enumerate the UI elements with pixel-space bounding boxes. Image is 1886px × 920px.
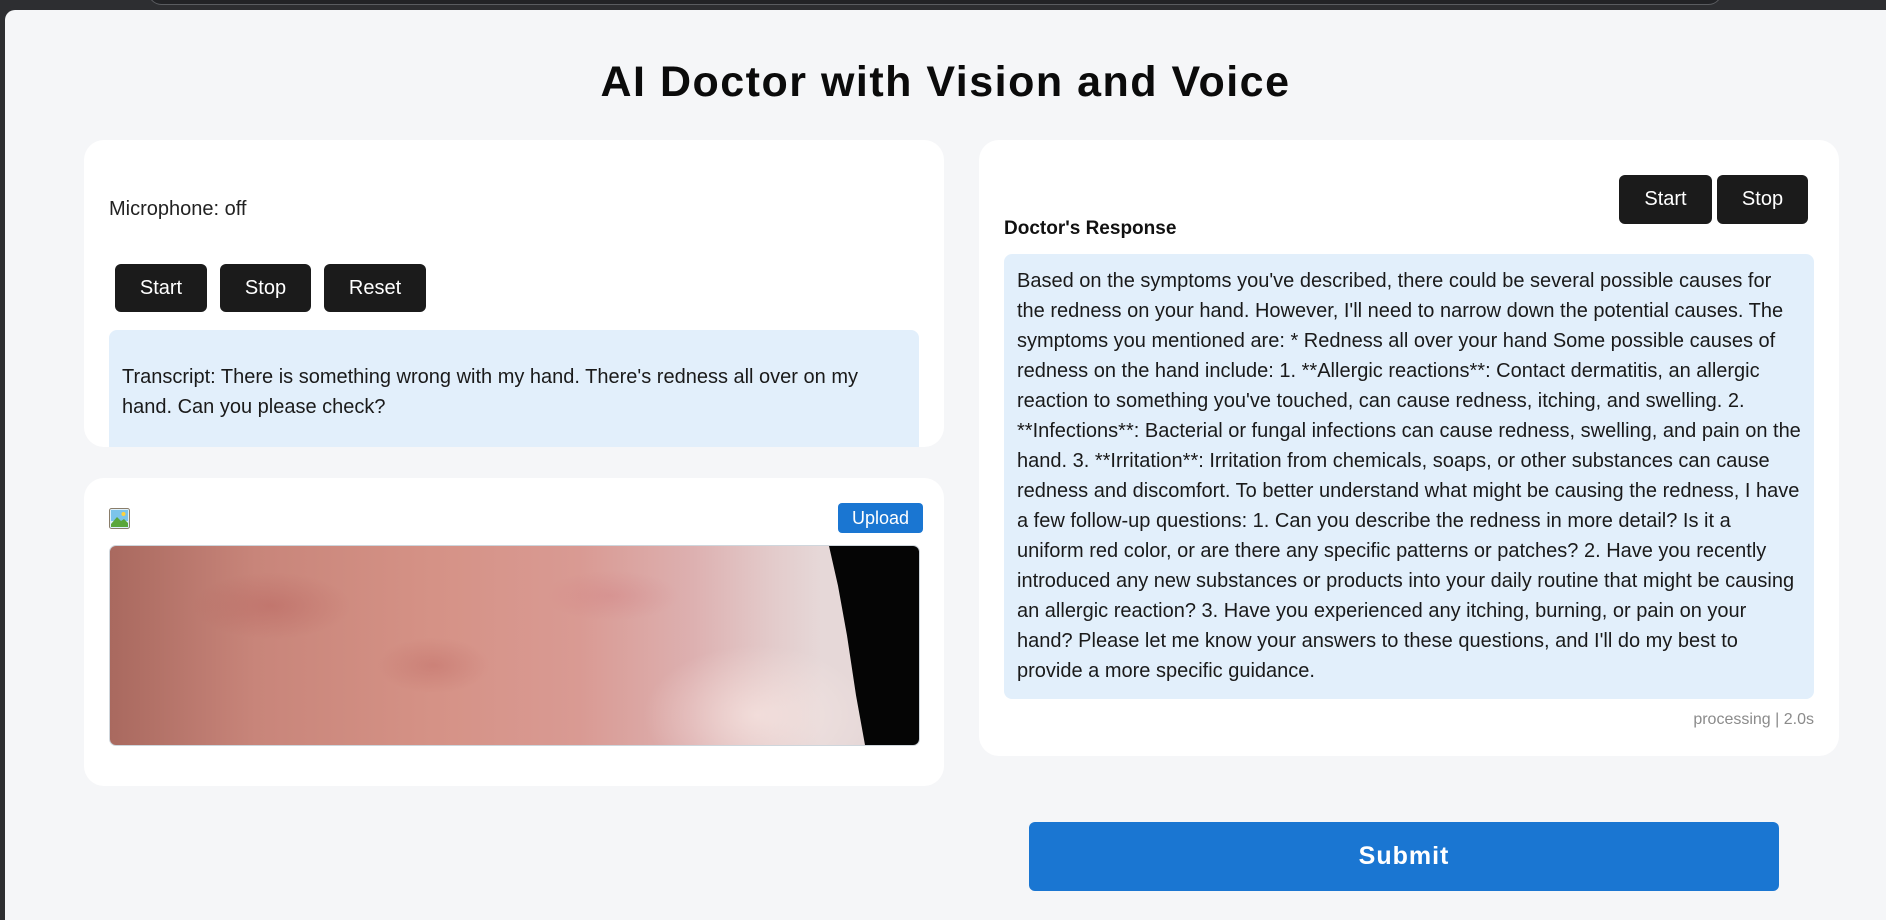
response-text-box: Based on the symptoms you've described, … <box>1004 254 1814 699</box>
playback-stop-button[interactable]: Stop <box>1717 175 1808 224</box>
page-title: AI Doctor with Vision and Voice <box>600 58 1291 106</box>
response-heading: Doctor's Response <box>1004 218 1177 239</box>
browser-address-bar <box>148 0 1722 5</box>
transcript-box: Transcript: There is something wrong wit… <box>109 330 919 447</box>
doctor-response-panel: Start Stop Doctor's Response Based on th… <box>979 140 1839 756</box>
upload-button[interactable]: Upload <box>838 503 923 533</box>
transcript-text: Transcript: There is something wrong wit… <box>122 366 858 418</box>
image-dark-background <box>829 546 919 745</box>
app-viewport: AI Doctor with Vision and Voice Micropho… <box>5 10 1886 920</box>
image-input-panel: Upload <box>84 478 944 786</box>
voice-input-panel: Microphone: off Start Stop Reset Transcr… <box>84 140 944 447</box>
playback-start-button[interactable]: Start <box>1619 175 1712 224</box>
uploaded-image-preview <box>109 545 920 746</box>
response-text: Based on the symptoms you've described, … <box>1017 270 1801 682</box>
processing-status: processing | 2.0s <box>1693 711 1814 728</box>
image-icon <box>109 508 130 529</box>
record-stop-button[interactable]: Stop <box>220 264 311 312</box>
microphone-status: Microphone: off <box>109 198 247 220</box>
record-start-button[interactable]: Start <box>115 264 207 312</box>
submit-button[interactable]: Submit <box>1029 822 1779 891</box>
record-reset-button[interactable]: Reset <box>324 264 426 312</box>
